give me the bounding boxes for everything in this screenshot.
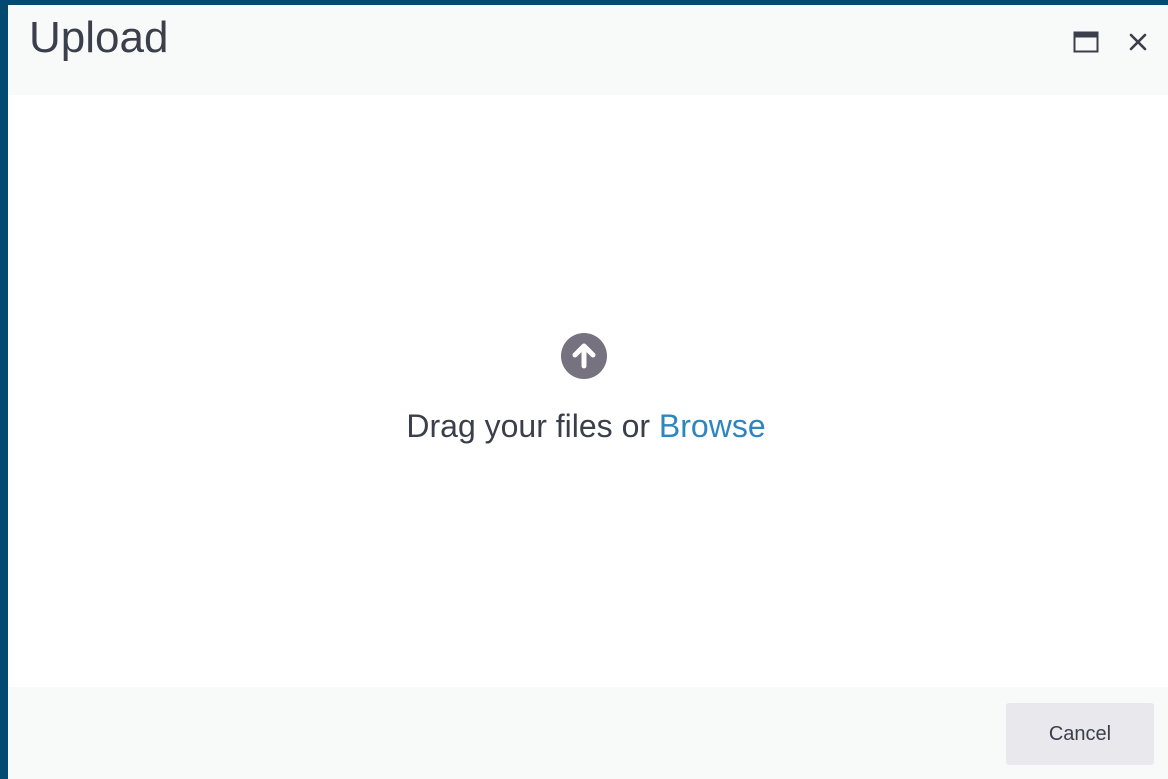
drop-prompt-label: Drag your files or [406,408,651,444]
upload-dialog: Upload Drag your files or Browse Cancel [8,5,1168,779]
drop-prompt: Drag your files or Browse [8,406,1164,446]
close-icon [1129,33,1147,51]
drop-zone[interactable]: Drag your files or Browse [8,95,1168,687]
dialog-footer: Cancel [8,687,1168,779]
maximize-icon [1073,31,1099,53]
maximize-button[interactable] [1071,27,1101,57]
upload-arrow-icon [561,333,607,379]
cancel-button[interactable]: Cancel [1006,703,1154,765]
close-button[interactable] [1123,27,1153,57]
browse-link[interactable]: Browse [659,408,766,444]
dialog-header: Upload [8,5,1168,95]
dialog-title: Upload [29,13,169,62]
